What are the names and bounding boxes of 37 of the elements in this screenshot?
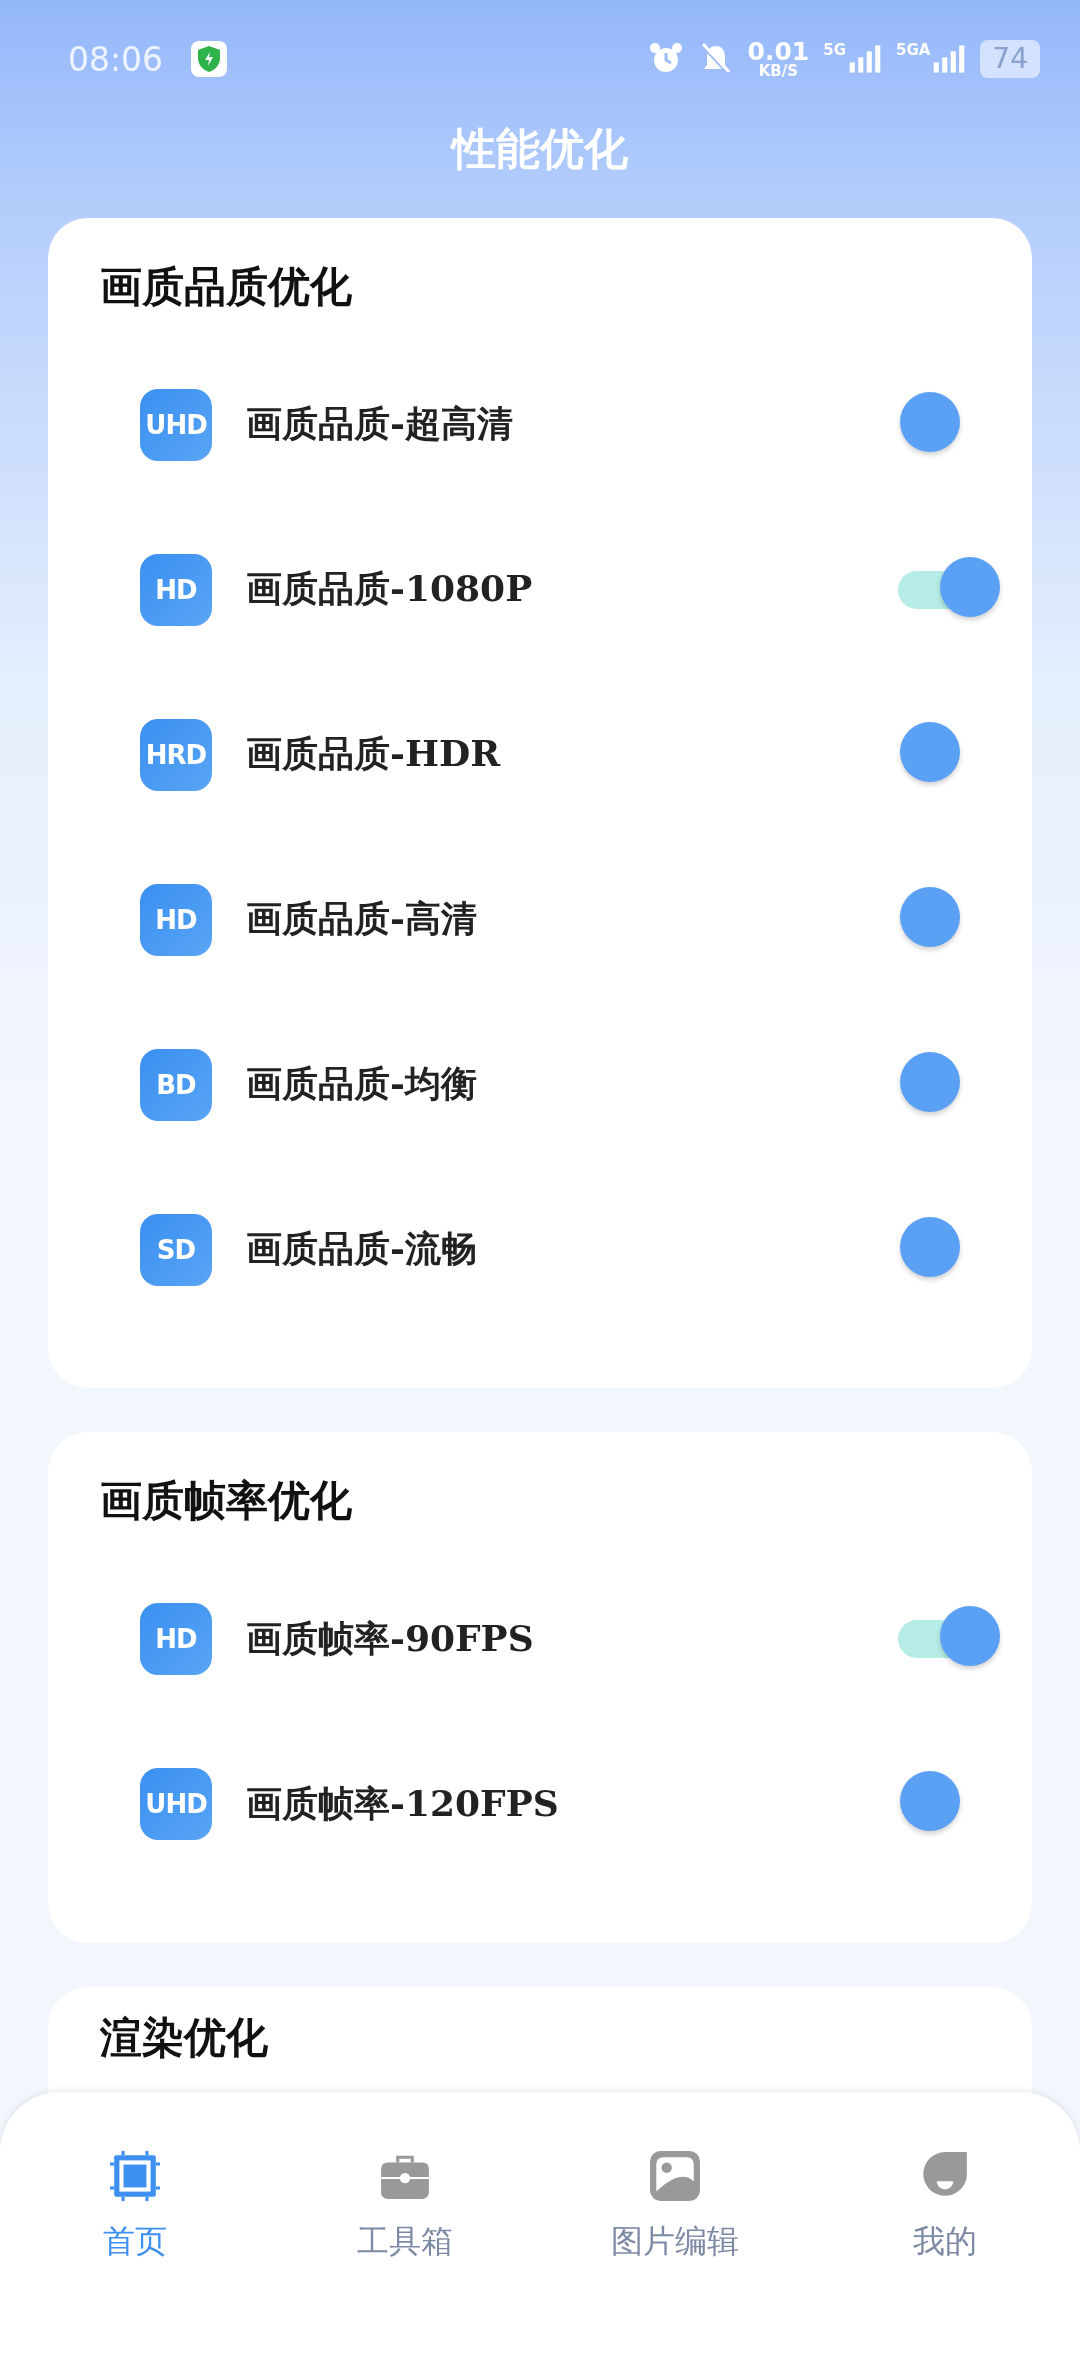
nav-tab[interactable]: 首页 [0,2150,270,2264]
option-label: 画质品质-HDR [246,731,502,777]
net-speed: 0.01 [747,39,810,64]
chip-icon [109,2150,161,2202]
section-title: 画质帧率优化 [100,1476,353,1527]
shield-icon [191,41,228,77]
page-title: 性能优化 [449,122,629,176]
nav-tab[interactable]: 我的 [810,2150,1080,2264]
net-unit: KB/S [758,64,799,79]
option-label: 画质帧率-120FPS [246,1780,560,1826]
option-label: 画质品质-均衡 [246,1061,478,1107]
nav-label: 工具箱 [357,2221,453,2262]
quality-badge-icon: HD [140,1603,212,1676]
quality-badge-icon: SD [140,1213,212,1286]
option-label: 画质品质-流畅 [246,1226,478,1272]
nav-tab[interactable]: 工具箱 [270,2150,540,2264]
option-label: 画质帧率-90FPS [246,1615,535,1661]
option-label: 画质品质-1080P [246,566,534,612]
image-icon [649,2150,701,2202]
nav-label: 图片编辑 [611,2221,739,2262]
option-label: 画质品质-超高清 [246,401,514,447]
quality-badge-icon: HRD [140,718,212,791]
quality-badge-icon: BD [140,1048,212,1121]
quality-badge-icon: UHD [140,1768,212,1841]
nav-tab[interactable]: 图片编辑 [540,2150,810,2264]
nav-label: 我的 [913,2221,977,2262]
network-type: 5G [823,41,846,59]
network-type: 5GA [896,41,931,59]
quality-badge-icon: HD [140,883,212,956]
section-title: 画质品质优化 [100,262,353,313]
quality-badge-icon: UHD [140,388,212,461]
quality-badge-icon: HD [140,553,212,626]
option-label: 画质品质-高清 [246,896,478,942]
section-title: 渲染优化 [100,2012,269,2064]
status-time: 08:06 [68,39,164,79]
nav-label: 首页 [103,2221,167,2262]
battery-indicator: 74 [980,40,1040,78]
